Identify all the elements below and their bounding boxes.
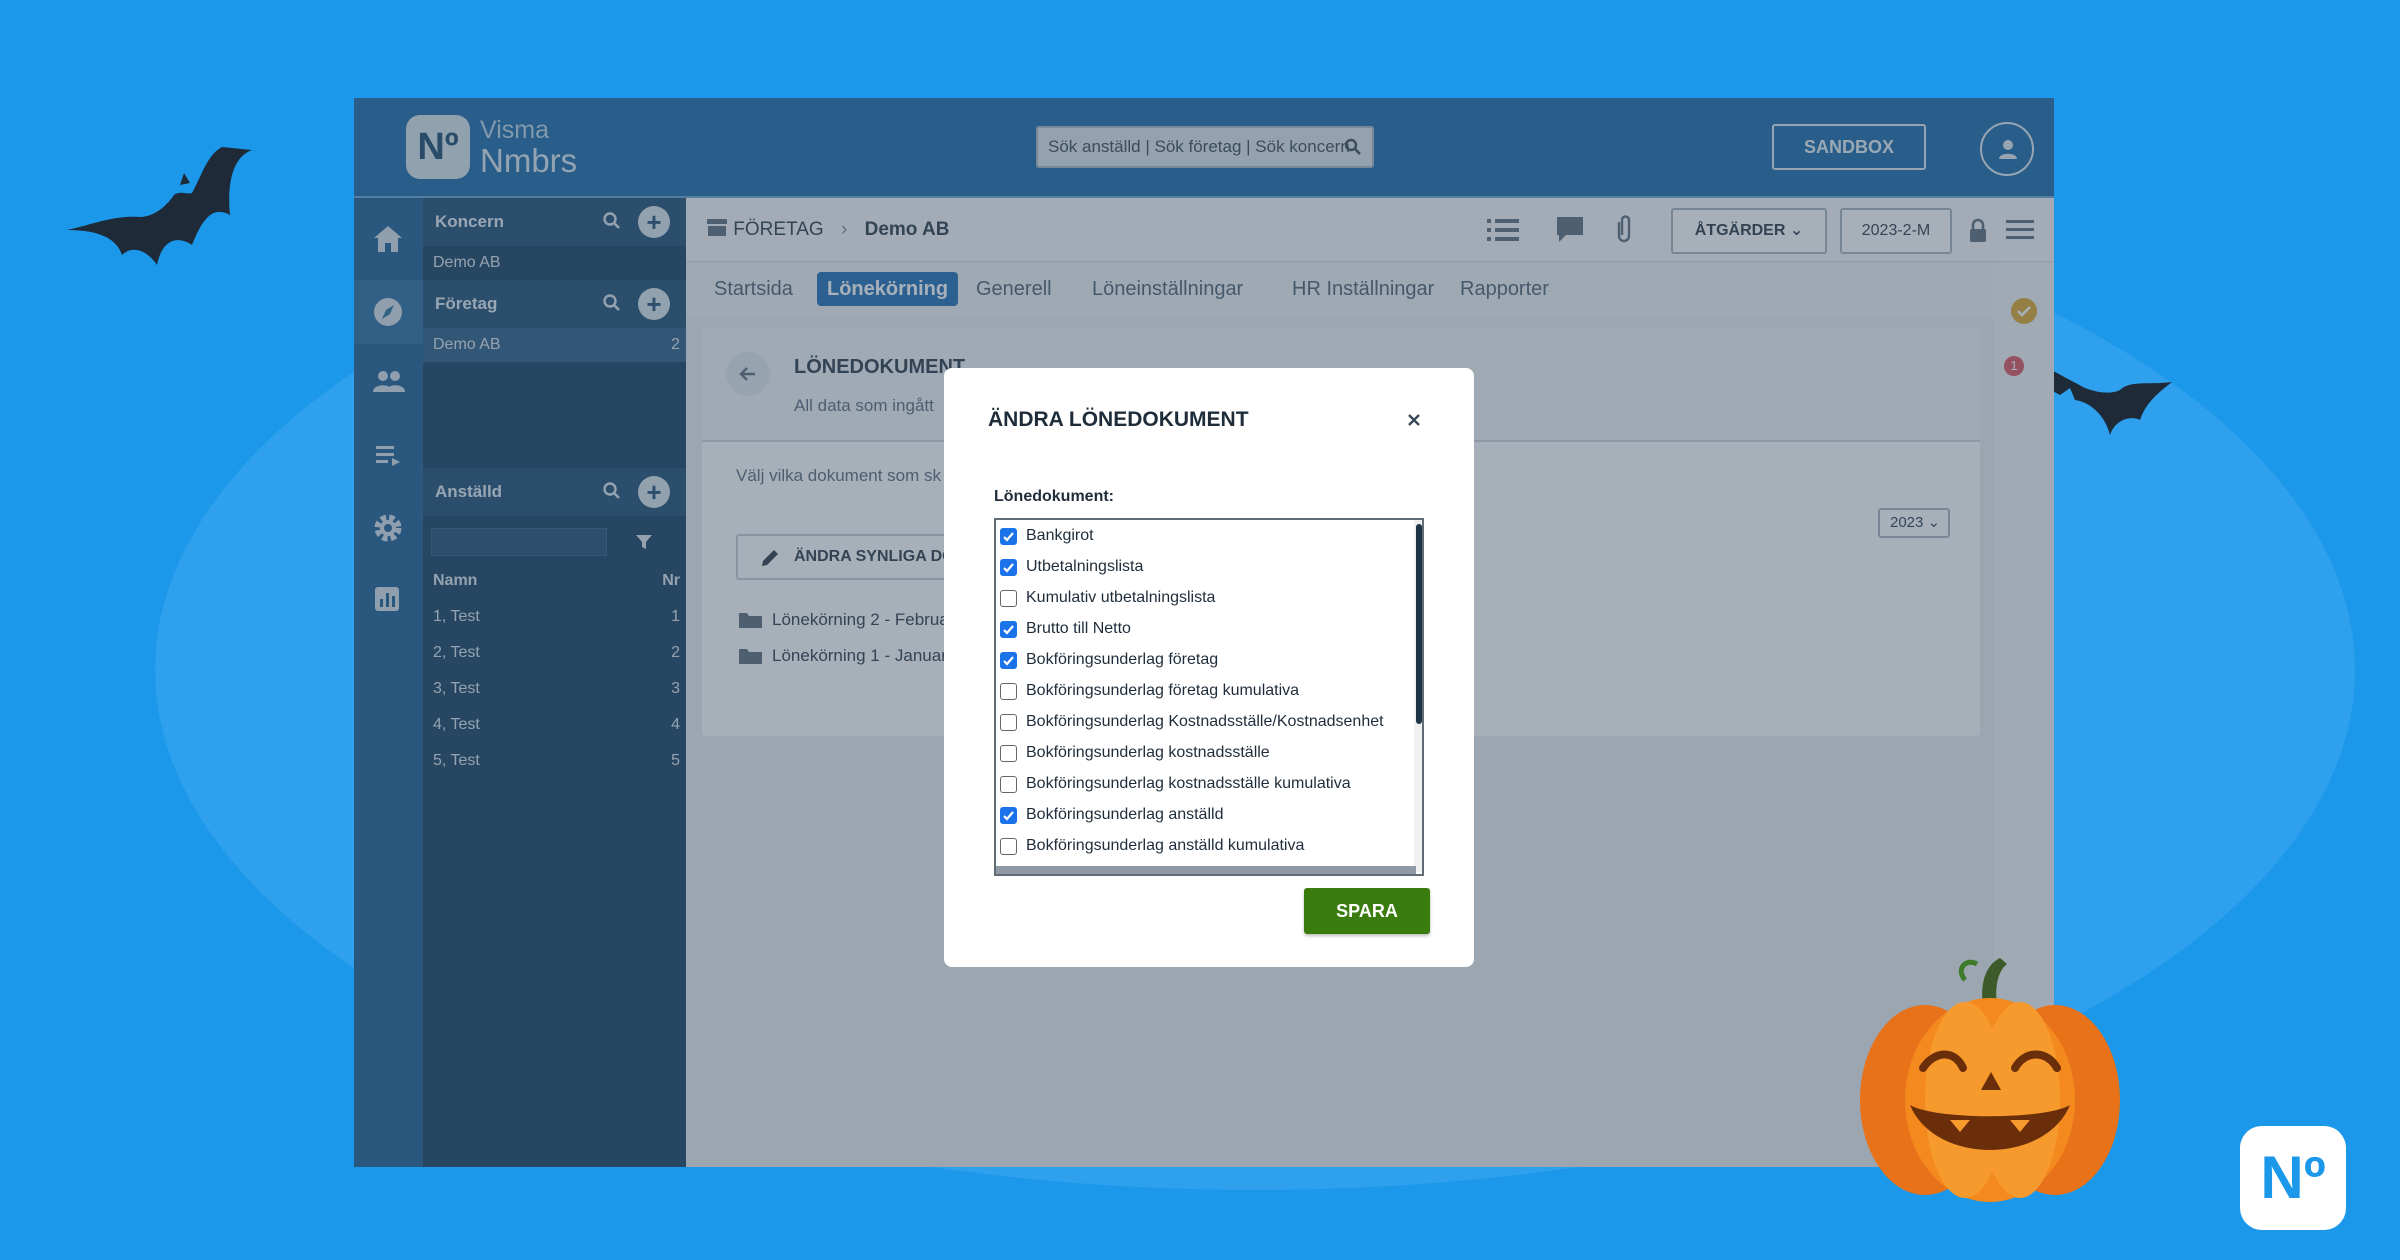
checkbox-unchecked[interactable] <box>1000 590 1017 607</box>
nmbrs-corner-logo: Nº <box>2240 1126 2346 1230</box>
save-button[interactable]: SPARA <box>1304 888 1430 934</box>
checkbox-checked[interactable] <box>1000 528 1017 545</box>
checkbox-checked[interactable] <box>1000 559 1017 576</box>
option-label: Bokföringsunderlag kostnadsställe <box>1026 744 1270 761</box>
corner-logo-mark: Nº <box>2260 1144 2326 1211</box>
document-option-bokforing-kostnadsstalle-kumulativa[interactable]: Bokföringsunderlag kostnadsställe kumula… <box>1000 770 1351 798</box>
checkbox-checked[interactable] <box>1000 621 1017 638</box>
documents-label: Lönedokument: <box>994 488 1114 505</box>
document-option-utbetalningslista[interactable]: Utbetalningslista <box>1000 553 1143 581</box>
close-icon[interactable] <box>1400 406 1428 434</box>
checkbox-unchecked[interactable] <box>1000 776 1017 793</box>
listbox-horizontal-scrollbar[interactable] <box>996 866 1416 874</box>
option-label: Bokföringsunderlag Kostnadsställe/Kostna… <box>1026 713 1384 730</box>
option-label: Utbetalningslista <box>1026 558 1144 575</box>
document-option-brutto-till-netto[interactable]: Brutto till Netto <box>1000 615 1131 643</box>
option-label: Bokföringsunderlag anställd <box>1026 806 1224 823</box>
option-label: Bankgirot <box>1026 527 1094 544</box>
pumpkin-decoration <box>1860 958 2120 1202</box>
dialog-title: ÄNDRA LÖNEDOKUMENT <box>988 408 1249 431</box>
document-option-bokforing-kostnadsstalle-enhet[interactable]: Bokföringsunderlag Kostnadsställe/Kostna… <box>1000 708 1384 736</box>
document-option-bokforing-foretag[interactable]: Bokföringsunderlag företag <box>1000 646 1218 674</box>
scrollbar-thumb[interactable] <box>1416 524 1422 724</box>
checkbox-unchecked[interactable] <box>1000 838 1017 855</box>
checkbox-unchecked[interactable] <box>1000 683 1017 700</box>
document-option-kumulativ-utbetalningslista[interactable]: Kumulativ utbetalningslista <box>1000 584 1215 612</box>
checkbox-unchecked[interactable] <box>1000 714 1017 731</box>
checkbox-checked[interactable] <box>1000 807 1017 824</box>
option-label: Bokföringsunderlag företag <box>1026 651 1219 668</box>
checkbox-checked[interactable] <box>1000 652 1017 669</box>
option-label: Kumulativ utbetalningslista <box>1026 589 1216 606</box>
document-option-bokforing-foretag-kumulativa[interactable]: Bokföringsunderlag företag kumulativa <box>1000 677 1299 705</box>
listbox-scrollbar[interactable] <box>1414 520 1422 872</box>
checkbox-unchecked[interactable] <box>1000 745 1017 762</box>
document-option-bokforing-kostnadsstalle[interactable]: Bokföringsunderlag kostnadsställe <box>1000 739 1270 767</box>
document-option-bokforing-anstalld-kumulativa[interactable]: Bokföringsunderlag anställd kumulativa <box>1000 832 1304 860</box>
option-label: Bokföringsunderlag företag kumulativa <box>1026 682 1300 699</box>
bat-decoration-left <box>67 147 252 265</box>
document-option-bokforing-anstalld[interactable]: Bokföringsunderlag anställd <box>1000 801 1223 829</box>
option-label: Bokföringsunderlag kostnadsställe kumula… <box>1026 775 1351 792</box>
documents-listbox[interactable]: Bankgirot Utbetalningslista Kumulativ ut… <box>994 518 1424 876</box>
document-option-bankgirot[interactable]: Bankgirot <box>1000 522 1094 550</box>
option-label: Bokföringsunderlag anställd kumulativa <box>1026 837 1305 854</box>
edit-documents-dialog: ÄNDRA LÖNEDOKUMENT Lönedokument: Bankgir… <box>944 368 1474 967</box>
option-label: Brutto till Netto <box>1026 620 1131 637</box>
